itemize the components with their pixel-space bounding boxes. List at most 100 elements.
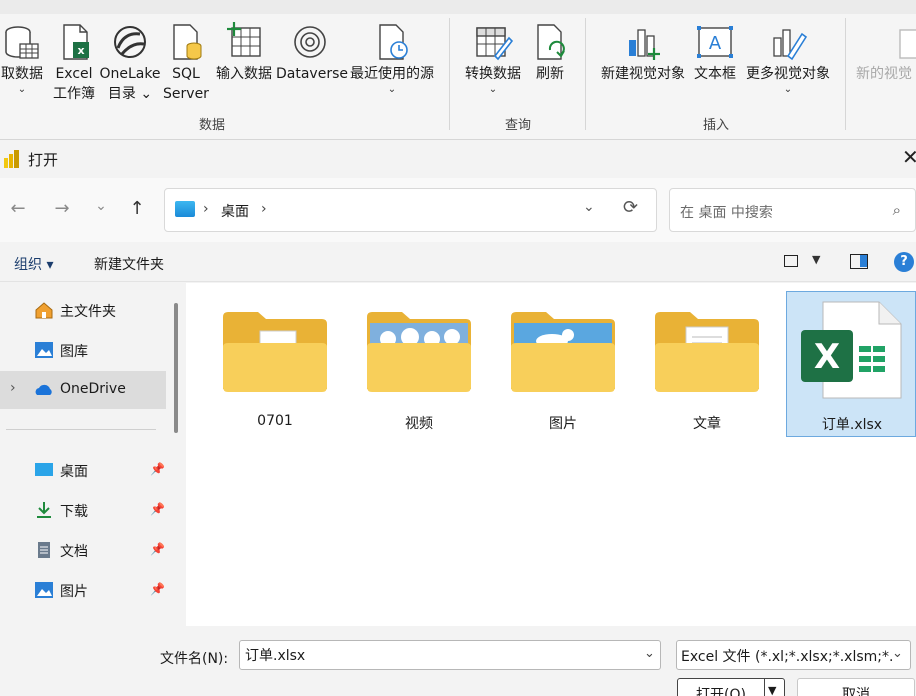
recent-sources-label: 最近使用的源 — [350, 66, 434, 82]
onelake-label-2: 目录 ⌄ — [107, 86, 153, 102]
filename-dropdown-icon[interactable]: ⌄ — [644, 646, 655, 661]
pin-icon: 📌 — [150, 502, 165, 516]
group-insert-label: 插入 — [703, 118, 730, 133]
file-name: 图片 — [549, 416, 577, 432]
excel-workbook-button[interactable]: x Excel 工作簿 — [50, 22, 98, 104]
open-dropdown-icon[interactable]: ▼ — [768, 684, 776, 696]
refresh-icon[interactable]: ⟳ — [623, 197, 638, 218]
preview-pane-icon[interactable] — [850, 254, 868, 269]
sidebar-item-downloads[interactable]: 下载 📌 — [0, 491, 166, 529]
folder-item[interactable]: 视频 — [354, 291, 484, 437]
address-bar[interactable]: › 桌面 › ⌄ ⟳ — [164, 188, 657, 232]
dataverse-button[interactable]: Dataverse — [276, 22, 348, 84]
transform-data-button[interactable]: 转换数据 ⌄ — [460, 22, 526, 96]
sidebar-divider — [6, 429, 156, 430]
excel-label-2: 工作簿 — [53, 86, 95, 102]
bar-chart-add-icon — [629, 29, 660, 60]
help-icon[interactable]: ? — [894, 252, 914, 272]
refresh-label: 刷新 — [536, 66, 564, 82]
cancel-button[interactable]: 取消 — [797, 678, 915, 696]
recent-locations-button[interactable]: ⌄ — [89, 198, 113, 214]
powerbi-icon — [4, 150, 19, 168]
open-button[interactable]: 打开(O) ▼ — [677, 678, 785, 696]
file-item-selected[interactable]: X 订单.xlsx — [786, 291, 916, 437]
sidebar-item-home[interactable]: 主文件夹 — [0, 291, 166, 329]
pictures-icon — [35, 582, 53, 598]
folder-item[interactable]: 文章 — [642, 291, 772, 437]
filetype-value: Excel 文件 (*.xl;*.xlsx;*.xlsm;*. — [681, 649, 894, 665]
navigation-bar: ← → ⌄ ↑ › 桌面 › ⌄ ⟳ 在 桌面 中搜索 ⌕ — [0, 178, 916, 242]
new-visual-button[interactable]: 新建视觉对象 — [596, 22, 690, 84]
get-data-label: 取数据 — [1, 66, 43, 82]
folder-icon — [655, 312, 759, 392]
excel-file-icon: x — [63, 24, 89, 60]
breadcrumb-desktop[interactable]: 桌面 — [221, 201, 249, 221]
view-dropdown-icon[interactable]: ▼ — [812, 253, 820, 266]
excel-file-icon: X — [801, 301, 902, 399]
sidebar-item-desktop[interactable]: 桌面 📌 — [0, 451, 166, 489]
onelake-label-1: OneLake — [99, 66, 161, 82]
filetype-dropdown-icon[interactable]: ⌄ — [892, 646, 903, 661]
chevron-down-icon: ⌄ — [387, 84, 397, 95]
filetype-select[interactable]: Excel 文件 (*.xl;*.xlsx;*.xlsm;*. — [676, 640, 911, 670]
transform-data-label: 转换数据 — [465, 66, 521, 82]
sidebar-item-gallery[interactable]: 图库 — [0, 331, 166, 369]
open-button-label: 打开(O) — [696, 687, 746, 696]
sidebar-item-label: 主文件夹 — [60, 304, 116, 320]
expand-chevron-icon[interactable]: › — [10, 380, 16, 396]
open-button-divider — [764, 679, 765, 696]
command-bar: 组织 ▾ 新建文件夹 ▼ ? — [0, 242, 916, 282]
dataverse-icon — [294, 26, 326, 58]
sidebar-item-pictures[interactable]: 图片 📌 — [0, 571, 166, 609]
new-visual-label: 新建视觉对象 — [601, 66, 685, 82]
group-query-label: 查询 — [505, 118, 532, 133]
sidebar-item-label: 桌面 — [60, 464, 88, 480]
organize-button[interactable]: 组织 ▾ — [14, 254, 53, 274]
file-name: 文章 — [693, 416, 721, 432]
view-mode-icon[interactable] — [784, 255, 798, 267]
new-visual-calc-button[interactable]: 新的视觉 — [856, 22, 916, 84]
new-folder-button[interactable]: 新建文件夹 — [94, 254, 164, 274]
sidebar-item-label: OneDrive — [60, 381, 126, 397]
sidebar-item-onedrive[interactable]: › OneDrive — [0, 371, 166, 409]
filename-label: 文件名(N): — [160, 651, 229, 667]
text-box-button[interactable]: A 文本框 — [692, 22, 738, 84]
search-input[interactable]: 在 桌面 中搜索 ⌕ — [669, 188, 916, 232]
folder-item[interactable]: 0701 — [210, 291, 340, 437]
get-data-button[interactable]: 取数据 ⌄ — [0, 22, 48, 96]
sql-server-button[interactable]: SQL Server — [162, 22, 210, 104]
text-box-label: 文本框 — [694, 66, 736, 82]
address-dropdown-icon[interactable]: ⌄ — [583, 199, 595, 215]
group-separator — [845, 18, 846, 130]
refresh-button[interactable]: 刷新 — [530, 22, 570, 84]
recent-file-icon — [379, 24, 408, 60]
file-name: 0701 — [257, 413, 293, 429]
more-visuals-button[interactable]: 更多视觉对象 ⌄ — [742, 22, 834, 96]
database-icon — [5, 26, 39, 59]
back-button[interactable]: ← — [6, 198, 30, 219]
breadcrumb-chevron[interactable]: › — [203, 201, 209, 217]
dialog-titlebar: 打开 ✕ — [0, 141, 916, 178]
forward-button[interactable]: → — [50, 198, 74, 219]
new-visual-calc-label: 新的视觉 — [856, 66, 912, 82]
folder-item[interactable]: 图片 — [498, 291, 628, 437]
enter-data-button[interactable]: 输入数据 — [212, 22, 276, 84]
recent-sources-button[interactable]: 最近使用的源 ⌄ — [346, 22, 438, 96]
sidebar-item-label: 下载 — [60, 504, 88, 520]
sidebar-item-documents[interactable]: 文档 📌 — [0, 531, 166, 569]
screen: 取数据 ⌄ x Excel 工作簿 OneLake 目录 ⌄ SQL Serve… — [0, 0, 916, 696]
enter-data-label: 输入数据 — [216, 66, 272, 82]
breadcrumb-chevron[interactable]: › — [261, 201, 267, 217]
up-button[interactable]: ↑ — [125, 198, 149, 219]
dataverse-label: Dataverse — [276, 66, 348, 82]
desktop-icon — [175, 201, 195, 217]
table-add-icon — [227, 22, 261, 57]
sql-server-icon — [173, 24, 202, 60]
close-icon[interactable]: ✕ — [902, 145, 916, 169]
folder-icon — [223, 312, 327, 392]
pin-icon: 📌 — [150, 462, 165, 476]
filename-input[interactable] — [239, 640, 661, 670]
document-icon — [38, 542, 50, 558]
onelake-catalog-button[interactable]: OneLake 目录 ⌄ — [98, 22, 162, 104]
sidebar-scrollbar[interactable] — [174, 303, 178, 433]
